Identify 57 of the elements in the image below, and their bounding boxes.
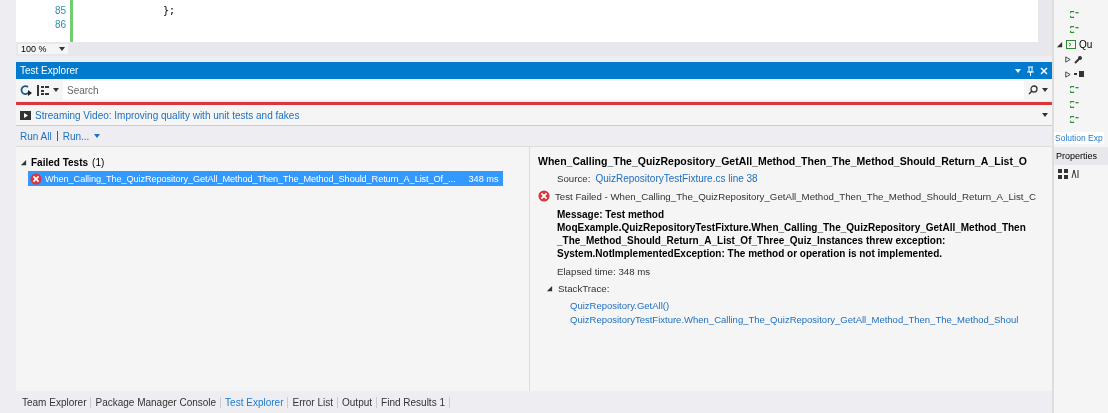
alphabetical-icon[interactable] (1071, 169, 1081, 179)
stack-frame-link[interactable]: QuizRepository.GetAll() (570, 300, 670, 311)
test-title: When_Calling_The_QuizRepository_GetAll_Method_Then_The_Method_Should_Return_A_List_O (538, 155, 1028, 167)
caret-icon[interactable] (53, 88, 59, 92)
panel-tab[interactable]: Output (338, 396, 378, 408)
csharp-file-icon (1070, 25, 1079, 33)
search-icon[interactable] (1028, 85, 1038, 95)
panel-tab[interactable]: Error List (288, 396, 339, 408)
group-count: (1) (92, 156, 105, 168)
categorized-icon[interactable] (1058, 169, 1068, 179)
run-link[interactable]: Run All (20, 130, 52, 142)
panel-title: Test Explorer (20, 65, 79, 76)
run-link[interactable]: Run... (62, 130, 90, 142)
group-label: Failed Tests (31, 156, 89, 168)
search-field[interactable]: Search (63, 81, 1024, 99)
csharp-file-icon (1070, 115, 1079, 123)
stack-frame-link[interactable]: QuizRepositoryTestFixture.When_Calling_The_QuizRepository_GetAll_Method_Then_The_Method_Shoul (570, 314, 1019, 325)
test-item[interactable]: When_Calling_The_QuizRepository_GetAll_Method_Then_The_Method_Should_Return_A_List_Of_... 348 ms (28, 171, 503, 186)
elapsed-time: Elapsed time: 348 ms (557, 266, 651, 277)
stack-trace-label: StackTrace: (558, 283, 610, 294)
dropdown-icon[interactable] (1015, 68, 1021, 73)
panel-tab[interactable]: Find Results 1 (377, 396, 450, 408)
expand-icon[interactable] (20, 158, 27, 166)
line-number: 86 (54, 19, 66, 31)
test-name: When_Calling_The_QuizRepository_GetAll_Method_Then_The_Method_Should_Return_A_List_Of_... (45, 173, 456, 184)
csharp-file-icon (1070, 85, 1079, 93)
video-icon (20, 110, 31, 120)
csharp-file-icon (1070, 10, 1079, 18)
reference-icon (1074, 71, 1084, 77)
csharp-file-icon (1070, 100, 1079, 108)
pin-icon[interactable] (1027, 65, 1034, 76)
source-link[interactable]: QuizRepositoryTestFixture.cs line 38 (595, 173, 758, 184)
panel-tab[interactable]: Team Explorer (18, 396, 92, 408)
wrench-icon (1074, 54, 1083, 64)
caret-icon[interactable] (1042, 113, 1048, 117)
test-duration: 348 ms (468, 173, 499, 184)
error-icon (538, 190, 550, 202)
source-label: Source: (557, 173, 591, 184)
code-line: }; (163, 5, 176, 17)
expand-icon[interactable] (546, 285, 553, 292)
tree-item-label[interactable]: Qu (1079, 38, 1093, 50)
video-link[interactable]: Streaming Video: Improving quality with unit tests and fakes (35, 109, 300, 121)
panel-tab[interactable]: Test Explorer (221, 396, 289, 408)
error-message: Message: Test method MoqExample.QuizRepositoryTestFixture.When_Calling_The_QuizRepository_GetAll_Method_Then_The_Method_Should_Return_A_List_Of_Three_Quiz_Instances threw exception: System.NotImplementedException: The method or operation is not implemented. (557, 208, 1027, 260)
result-summary: Test Failed - When_Calling_The_QuizRepository_GetAll_Method_Then_The_Method_Should_Return_A_List_C (555, 190, 1036, 202)
side-tab[interactable]: Solution Exp (1054, 132, 1104, 144)
group-by-icon[interactable] (37, 84, 49, 96)
panel-tab[interactable]: Package Manager Console (91, 396, 222, 408)
zoom-dropdown[interactable]: 100 % (18, 44, 68, 54)
properties-title: Properties (1054, 147, 1108, 165)
project-icon (1066, 39, 1076, 49)
close-icon[interactable] (1040, 66, 1048, 75)
caret-icon[interactable] (58, 47, 65, 51)
caret-icon[interactable] (1042, 88, 1048, 92)
refresh-run-icon[interactable] (20, 83, 33, 97)
line-number: 85 (54, 5, 66, 17)
error-icon (30, 172, 42, 185)
